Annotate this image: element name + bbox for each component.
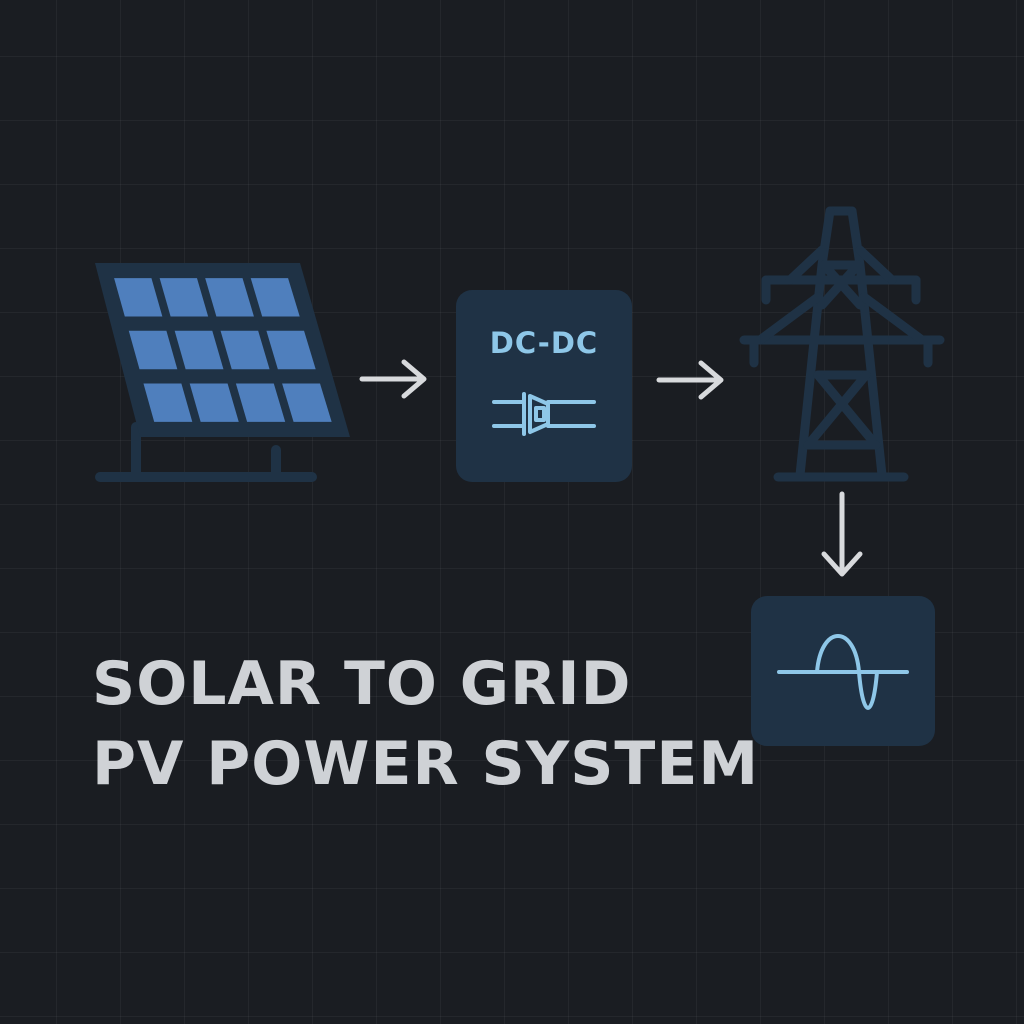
ac-output-box bbox=[751, 596, 935, 746]
arrow-right-icon bbox=[655, 358, 727, 402]
diagram-title: SOLAR TO GRID PV POWER SYSTEM bbox=[92, 644, 760, 804]
diagram-canvas: DC-DC SOLAR TO GRID PV POWER SYSTEM bbox=[0, 0, 1024, 1024]
dc-dc-converter-box: DC-DC bbox=[456, 290, 632, 482]
solar-panel-icon bbox=[90, 255, 360, 485]
arrow-down-icon bbox=[818, 490, 866, 580]
transmission-tower-icon bbox=[738, 205, 948, 490]
title-line-2: PV POWER SYSTEM bbox=[92, 729, 760, 799]
title-line-1: SOLAR TO GRID bbox=[92, 649, 632, 719]
converter-label: DC-DC bbox=[489, 326, 599, 360]
arrow-right-icon bbox=[358, 357, 430, 401]
sine-wave-icon bbox=[775, 620, 911, 720]
converter-symbol-icon bbox=[490, 386, 600, 442]
